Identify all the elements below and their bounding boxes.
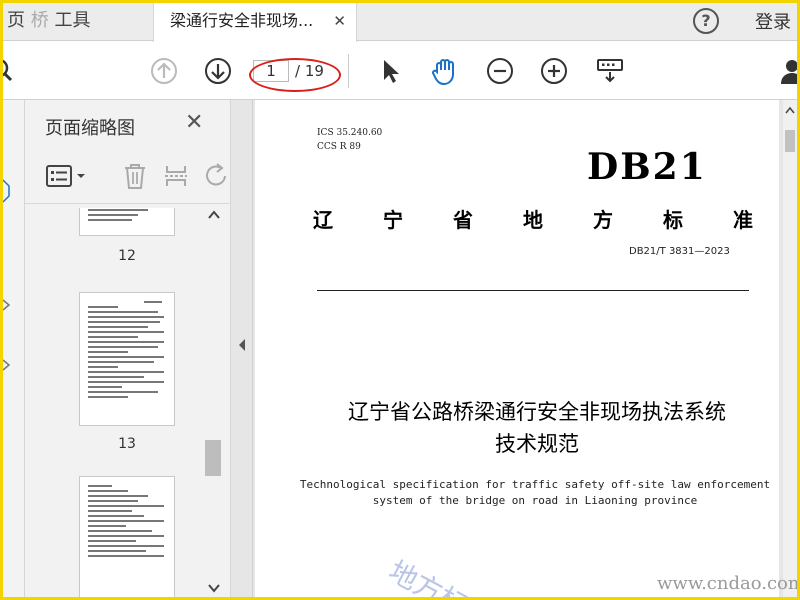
hand-tool-icon[interactable] xyxy=(429,56,459,86)
doc-scrollbar-thumb[interactable] xyxy=(785,130,795,152)
thumbnail-page-number: 13 xyxy=(118,436,136,452)
doc-divider xyxy=(317,290,749,291)
zoom-in-icon[interactable] xyxy=(539,56,569,86)
doc-standard-char: 省 xyxy=(453,208,473,232)
doc-ics-code: ICS 35.240.60 xyxy=(317,128,383,138)
login-button[interactable]: 登录 xyxy=(755,3,791,41)
delete-page-icon[interactable] xyxy=(121,162,149,194)
close-tab-icon[interactable]: ✕ xyxy=(333,3,346,39)
panel-toolbar xyxy=(25,152,231,204)
app-window: 页 桥 工具 梁通行安全非现场... ✕ ? 登录 1 / 19 页面缩略图 ✕… xyxy=(3,3,797,597)
document-scrollbar[interactable] xyxy=(783,100,797,597)
tab-document[interactable]: 梁通行安全非现场... ✕ xyxy=(153,3,357,42)
toolbar: 1 / 19 xyxy=(3,42,797,100)
previous-page-icon[interactable] xyxy=(149,56,179,86)
rotate-page-icon[interactable] xyxy=(203,162,231,194)
tab-bar: 页 桥 工具 梁通行安全非现场... ✕ ? 登录 xyxy=(3,3,797,42)
next-page-icon[interactable] xyxy=(203,56,233,86)
help-button[interactable]: ? xyxy=(693,8,719,34)
select-cursor-icon[interactable] xyxy=(375,56,405,86)
site-watermark: www.cndao.com xyxy=(657,573,797,594)
doc-standard-char: 准 xyxy=(733,208,753,232)
navigation-strip xyxy=(3,100,25,597)
zoom-out-icon[interactable] xyxy=(485,56,515,86)
search-icon[interactable] xyxy=(3,56,19,86)
thumbnail-scrollbar[interactable] xyxy=(203,208,227,597)
toolbar-divider xyxy=(348,54,349,88)
doc-watermark: 地方标 xyxy=(383,554,473,597)
tab-home[interactable]: 页 桥 工具 xyxy=(3,3,153,41)
doc-scroll-up-icon[interactable] xyxy=(785,106,795,114)
account-icon[interactable] xyxy=(777,56,797,86)
extract-page-icon[interactable] xyxy=(163,162,191,194)
doc-standard-number: DB21/T 3831—2023 xyxy=(629,246,730,257)
thumbnail-options-icon[interactable] xyxy=(45,162,91,194)
tab-document-label: 梁通行安全非现场... xyxy=(170,11,314,30)
page-thumbnail[interactable] xyxy=(79,476,175,597)
tab-home-label: 页 xyxy=(7,10,25,31)
panel-collapse-bar[interactable] xyxy=(231,100,253,597)
doc-db-mark: DB21 xyxy=(587,146,707,188)
doc-english-title-line1: Technological specification for traffic … xyxy=(299,478,771,491)
doc-standard-char: 方 xyxy=(593,208,613,232)
page-thumbnail[interactable] xyxy=(79,208,175,236)
scroll-down-icon[interactable] xyxy=(207,581,221,595)
doc-title-line2: 技术规范 xyxy=(495,432,579,456)
doc-standard-char: 标 xyxy=(663,208,683,232)
doc-title-line1: 辽宁省公路桥梁通行安全非现场执法系统 xyxy=(348,400,726,424)
doc-standard-char: 地 xyxy=(523,208,543,232)
collapse-panel-icon[interactable] xyxy=(237,338,247,352)
thumbnail-list: 12 13 xyxy=(25,208,201,597)
doc-standard-char: 辽 xyxy=(313,208,333,232)
document-page: ICS 35.240.60 CCS R 89 DB21 辽 宁 省 地 方 标 … xyxy=(255,100,779,597)
tab-tools-label[interactable]: 工具 xyxy=(54,10,90,31)
scroll-up-icon[interactable] xyxy=(207,208,221,222)
close-panel-icon[interactable]: ✕ xyxy=(185,110,203,135)
tab-home-watermark: 桥 xyxy=(30,10,49,31)
keyboard-scroll-icon[interactable] xyxy=(595,56,625,86)
doc-standard-char: 宁 xyxy=(383,208,403,232)
thumbnail-panel: 页面缩略图 ✕ 12 13 xyxy=(25,100,231,597)
scrollbar-thumb[interactable] xyxy=(205,440,221,476)
doc-ccs-code: CCS R 89 xyxy=(317,142,361,152)
doc-standard-heading: 辽 宁 省 地 方 标 准 xyxy=(313,204,753,233)
thumbnail-page-number: 12 xyxy=(118,248,136,264)
page-thumbnail[interactable] xyxy=(79,292,175,426)
panel-title: 页面缩略图 xyxy=(45,118,135,139)
doc-english-title-line2: system of the bridge on road in Liaoning… xyxy=(372,494,698,507)
navigation-icons xyxy=(3,179,11,371)
page-highlight-annotation xyxy=(249,58,341,92)
document-viewport: ICS 35.240.60 CCS R 89 DB21 辽 宁 省 地 方 标 … xyxy=(253,100,797,597)
